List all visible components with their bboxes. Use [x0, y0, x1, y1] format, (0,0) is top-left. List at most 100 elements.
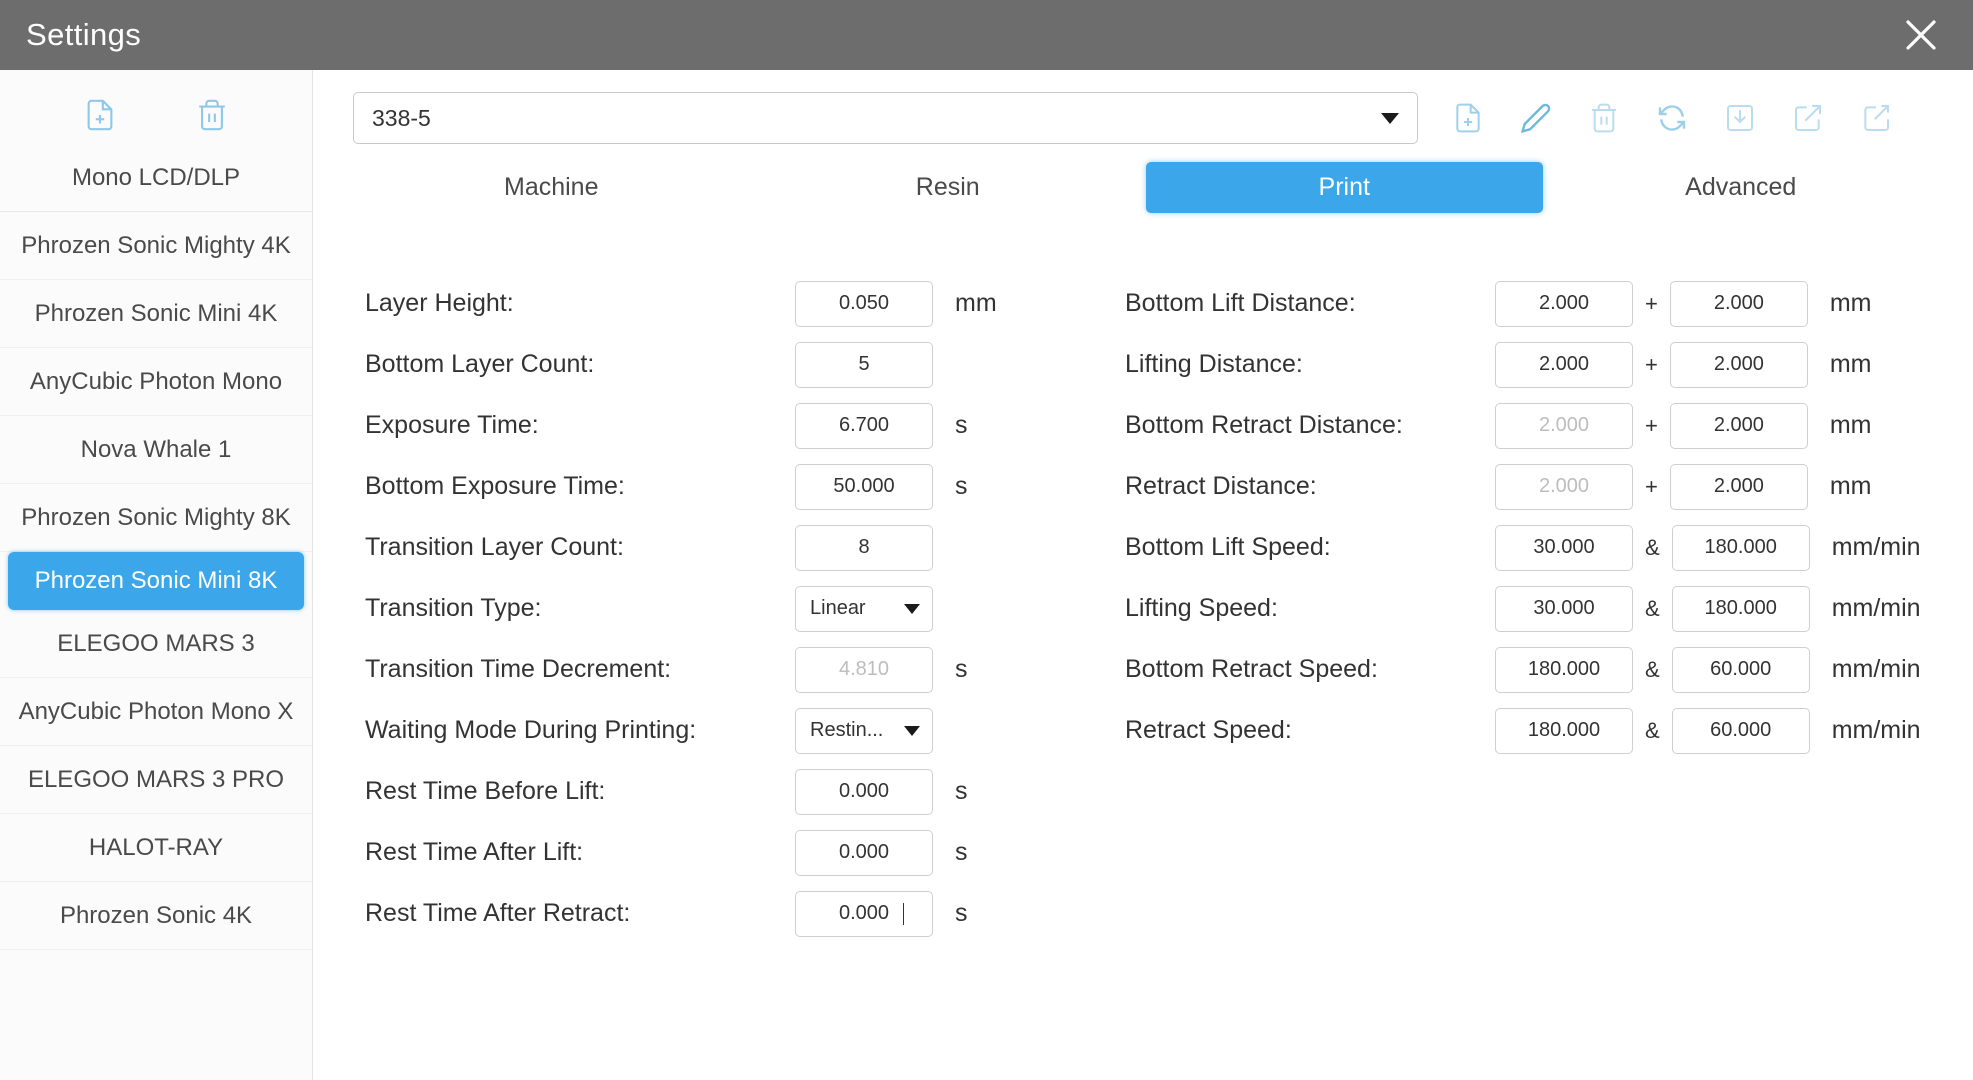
form-row: Waiting Mode During Printing: Restin...	[365, 700, 1125, 761]
export-profile-icon[interactable]	[1788, 98, 1828, 138]
field-input-secondary[interactable]: 2.000	[1669, 402, 1808, 449]
field-unit: s	[955, 655, 968, 683]
close-icon[interactable]	[1895, 9, 1947, 61]
field-label: Lifting Distance:	[1125, 350, 1303, 378]
field-input-secondary[interactable]: 2.000	[1669, 280, 1808, 327]
field-input-primary[interactable]: 2.000	[1495, 280, 1633, 327]
field-input-primary[interactable]: 180.000	[1495, 707, 1633, 754]
form-row: Transition Type: Linear	[365, 578, 1125, 639]
field-select-value: Linear	[810, 597, 866, 619]
field-input-secondary[interactable]: 60.000	[1671, 707, 1810, 754]
chevron-down-icon	[1381, 112, 1399, 124]
field-separator: &	[1645, 717, 1660, 743]
field-input-primary[interactable]: 30.000	[1495, 585, 1633, 632]
field-unit: mm/min	[1831, 655, 1921, 683]
field-label: Bottom Exposure Time:	[365, 472, 625, 500]
field-input-secondary[interactable]: 180.000	[1671, 524, 1810, 571]
new-file-icon[interactable]	[81, 96, 119, 134]
field-input[interactable]: 50.000	[795, 463, 933, 510]
field-unit: mm/min	[1831, 716, 1921, 744]
field-input-primary[interactable]: 2.000	[1495, 402, 1633, 449]
field-separator: &	[1645, 656, 1660, 682]
profile-toolbar: 338-5	[337, 70, 1973, 154]
sidebar-item-printer[interactable]: Phrozen Sonic Mighty 4K	[0, 212, 312, 280]
sidebar-item-label: Phrozen Sonic Mini 8K	[34, 567, 278, 594]
field-label: Transition Time Decrement:	[365, 655, 672, 683]
sidebar-item-label: Nova Whale 1	[80, 435, 232, 463]
sidebar-item-printer[interactable]: ELEGOO MARS 3 PRO	[0, 746, 312, 814]
tab-resin[interactable]: Resin	[750, 162, 1147, 213]
field-unit: mm/min	[1831, 594, 1921, 622]
field-input-secondary[interactable]: 2.000	[1669, 463, 1808, 510]
form-row: Exposure Time: 6.700 s	[365, 395, 1125, 456]
sidebar-item-printer[interactable]: AnyCubic Photon Mono X	[0, 678, 312, 746]
chevron-down-icon	[904, 603, 920, 614]
sidebar-item-printer[interactable]: Phrozen Sonic 4K	[0, 882, 312, 950]
field-input[interactable]: 4.810	[795, 646, 933, 693]
form-row: Retract Distance: 2.000 +2.000 mm	[1125, 456, 1953, 517]
sidebar-item-printer[interactable]: Phrozen Sonic Mini 8K	[8, 552, 304, 610]
field-input[interactable]: 0.000	[795, 890, 933, 937]
field-input-primary[interactable]: 2.000	[1495, 463, 1633, 510]
form-row: Transition Time Decrement: 4.810 s	[365, 639, 1125, 700]
window-body: Mono LCD/DLP Phrozen Sonic Mighty 4K Phro…	[0, 70, 1973, 1080]
field-input[interactable]: 0.000	[795, 829, 933, 876]
form-row: Bottom Retract Speed: 180.000 & 60.000 mm/mi…	[1125, 639, 1953, 700]
sidebar-item-printer[interactable]: HALOT-RAY	[0, 814, 312, 882]
title-bar: Settings	[0, 0, 1973, 70]
field-input-primary[interactable]: 2.000	[1495, 341, 1633, 388]
field-unit: s	[955, 777, 968, 805]
field-input[interactable]: 6.700	[795, 402, 933, 449]
field-select[interactable]: Restin...	[795, 707, 933, 754]
field-unit: s	[955, 472, 968, 500]
field-input[interactable]: 5	[795, 341, 933, 388]
profile-dropdown[interactable]: 338-5	[353, 92, 1418, 144]
profile-dropdown-value: 338-5	[372, 104, 431, 131]
field-input-secondary[interactable]: 2.000	[1669, 341, 1808, 388]
delete-profile-icon[interactable]	[1584, 98, 1624, 138]
sidebar-item-printer[interactable]: Nova Whale 1	[0, 416, 312, 484]
sidebar-item-label: ELEGOO MARS 3	[57, 629, 255, 657]
sidebar-item-printer[interactable]: AnyCubic Photon Mono	[0, 348, 312, 416]
field-label: Bottom Lift Distance:	[1125, 289, 1356, 317]
settings-tabs: Machine Resin Print Advanced	[337, 154, 1973, 213]
field-label: Retract Speed:	[1125, 716, 1292, 744]
form-row: Rest Time After Retract: 0.000 s	[365, 883, 1125, 944]
field-separator: +	[1645, 473, 1658, 499]
edit-profile-icon[interactable]	[1516, 98, 1556, 138]
field-unit: mm	[1829, 350, 1872, 378]
form-row: Lifting Distance: 2.000 +2.000 mm	[1125, 334, 1953, 395]
field-input[interactable]: 8	[795, 524, 933, 571]
import-profile-icon[interactable]	[1720, 98, 1760, 138]
field-select[interactable]: Linear	[795, 585, 933, 632]
field-unit: mm/min	[1831, 533, 1921, 561]
sidebar-item-printer[interactable]: Phrozen Sonic Mighty 8K	[0, 484, 312, 552]
form-row: Bottom Lift Distance: 2.000 +2.000 mm	[1125, 273, 1953, 334]
trash-icon[interactable]	[193, 96, 231, 134]
field-input-primary[interactable]: 30.000	[1495, 524, 1633, 571]
profile-actions	[1418, 98, 1896, 138]
sidebar-item-printer[interactable]: ELEGOO MARS 3	[0, 610, 312, 678]
reset-profile-icon[interactable]	[1652, 98, 1692, 138]
field-separator: +	[1645, 351, 1658, 377]
field-input[interactable]: 0.050	[795, 280, 933, 327]
field-input-secondary[interactable]: 180.000	[1671, 585, 1810, 632]
field-input-primary[interactable]: 180.000	[1495, 646, 1633, 693]
tab-advanced[interactable]: Advanced	[1543, 162, 1940, 213]
field-unit: mm	[1829, 472, 1872, 500]
sidebar-item-label: ELEGOO MARS 3 PRO	[27, 765, 285, 793]
chevron-down-icon	[904, 725, 920, 736]
tab-machine[interactable]: Machine	[353, 162, 750, 213]
field-label: Bottom Layer Count:	[365, 350, 595, 378]
field-input-secondary[interactable]: 60.000	[1671, 646, 1810, 693]
tab-print[interactable]: Print	[1146, 162, 1543, 213]
field-label: Lifting Speed:	[1125, 594, 1278, 622]
new-profile-icon[interactable]	[1448, 98, 1488, 138]
field-input[interactable]: 0.000	[795, 768, 933, 815]
share-profile-icon[interactable]	[1856, 98, 1896, 138]
sidebar-item-printer[interactable]: Phrozen Sonic Mini 4K	[0, 280, 312, 348]
field-separator: +	[1645, 290, 1658, 316]
field-label: Retract Distance:	[1125, 472, 1317, 500]
sidebar-group-header: Mono LCD/DLP	[0, 144, 312, 212]
field-label: Transition Layer Count:	[365, 533, 624, 561]
